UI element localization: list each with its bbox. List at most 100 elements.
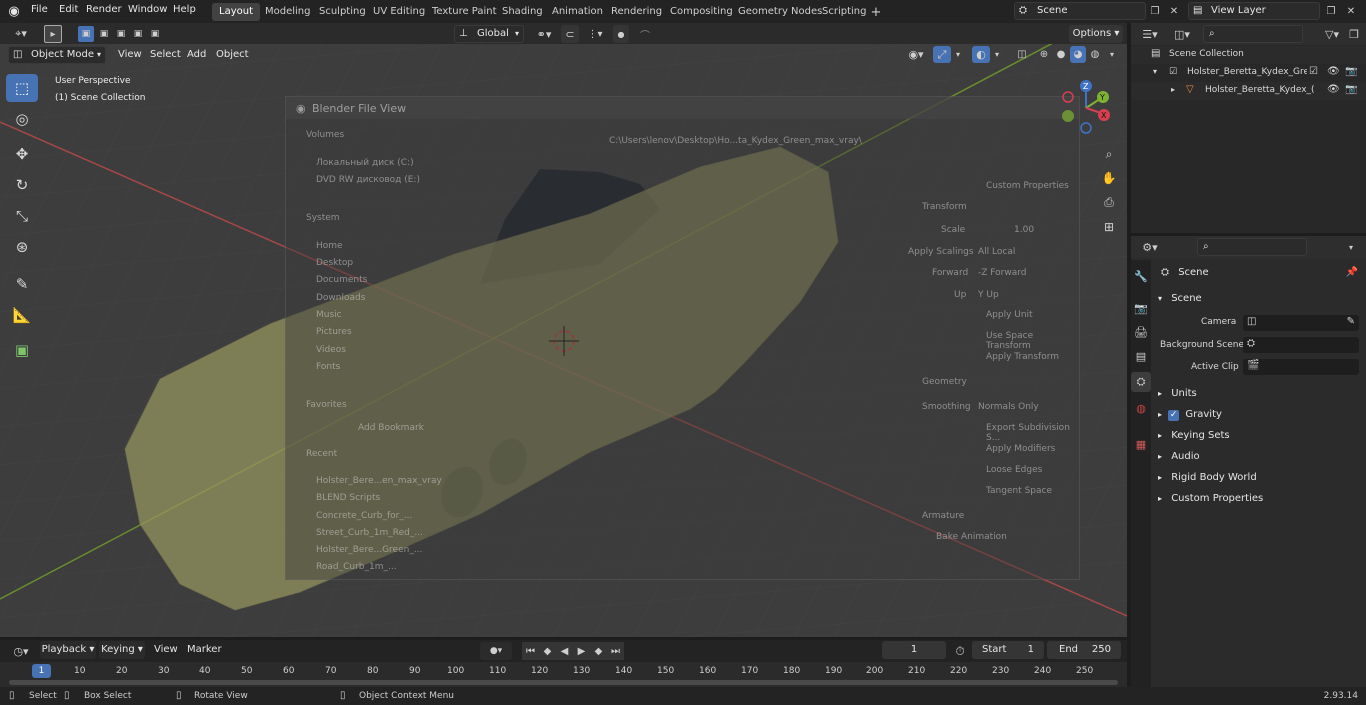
scene-tab-icon[interactable]: ⛭	[1131, 372, 1151, 392]
rotate-tool[interactable]: ↻	[6, 171, 38, 199]
camera-icon[interactable]: 📷	[1345, 66, 1357, 77]
expand-arrow-icon[interactable]: ▸	[1171, 85, 1175, 94]
auto-keying-icon[interactable]: ●▾	[480, 642, 512, 660]
system-header[interactable]: System	[306, 213, 340, 223]
pan-hand-icon[interactable]: ✋	[1099, 168, 1119, 188]
select-subtract-icon[interactable]: ▣	[113, 26, 129, 42]
menu-help[interactable]: Help	[173, 4, 196, 15]
wireframe-shading-icon[interactable]: ⊕	[1036, 46, 1052, 63]
apply-scalings-dropdown[interactable]: All Local	[978, 247, 1015, 257]
texture-tab-icon[interactable]: ▦	[1133, 436, 1149, 452]
forward-dropdown[interactable]: -Z Forward	[978, 268, 1026, 278]
add-cube-tool[interactable]: ▣	[6, 336, 38, 364]
chevron-down-icon[interactable]: ▾	[1342, 238, 1360, 256]
loose-edges-checkbox[interactable]: Loose Edges	[986, 465, 1042, 475]
recent-item[interactable]: Holster_Bere...en_max_vray	[316, 476, 442, 486]
overlays-icon[interactable]: ◐	[972, 46, 990, 63]
preview-range-icon[interactable]: ⏱	[951, 642, 969, 660]
3d-viewport[interactable]: ◉ Blender File View Volumes Локальный ди…	[0, 44, 1127, 637]
pin-icon[interactable]: 📌	[1346, 262, 1358, 283]
outliner-search-input[interactable]: ⌕	[1203, 25, 1303, 43]
gizmo-toggle-icon[interactable]: ⤢	[933, 46, 951, 63]
apply-modifiers-checkbox[interactable]: Apply Modifiers	[986, 444, 1055, 454]
navigation-gizmo[interactable]: Z Y X	[1058, 80, 1116, 138]
jump-end-icon[interactable]: ⏭	[607, 642, 624, 660]
outliner-row[interactable]: ▾ ☑ Holster_Beretta_Kydex_Greer ☑ 👁 📷	[1131, 64, 1366, 82]
menu-file[interactable]: File	[31, 4, 48, 15]
view-layer-selector[interactable]: ▤ View Layer	[1188, 2, 1320, 20]
tab-modeling[interactable]: Modeling	[258, 3, 318, 21]
tab-shading[interactable]: Shading	[495, 3, 550, 21]
camera-field[interactable]: ◫ ✎	[1243, 315, 1359, 331]
camera-icon[interactable]: 📷	[1345, 84, 1357, 95]
visibility-icon[interactable]: ◉▾	[903, 46, 929, 63]
jump-start-icon[interactable]: ⏮	[522, 642, 539, 660]
next-keyframe-icon[interactable]: ◆	[590, 642, 607, 660]
custom-properties-checkbox[interactable]: Custom Properties	[986, 181, 1069, 191]
prev-keyframe-icon[interactable]: ◆	[539, 642, 556, 660]
tab-rendering[interactable]: Rendering	[604, 3, 669, 21]
bake-animation-checkbox[interactable]: Bake Animation	[936, 532, 1007, 542]
tab-uv-editing[interactable]: UV Editing	[366, 3, 432, 21]
properties-editor-icon[interactable]: ⚙▾	[1137, 238, 1163, 256]
system-item[interactable]: Music	[316, 310, 342, 320]
xray-icon[interactable]: ◫	[1014, 46, 1030, 63]
outliner-row[interactable]: ▸ ▽ Holster_Beretta_Kydex_( 👁 📷	[1131, 82, 1366, 100]
snap-icon[interactable]: ⊂	[561, 25, 579, 43]
transform-header[interactable]: Transform	[922, 202, 967, 212]
volume-item[interactable]: DVD RW дисковод (E:)	[316, 175, 420, 185]
file-view-dialog[interactable]: ◉ Blender File View Volumes Локальный ди…	[285, 96, 1080, 580]
render-tab-icon[interactable]: 📷	[1133, 300, 1149, 316]
apply-unit-checkbox[interactable]: Apply Unit	[986, 310, 1033, 320]
new-scene-icon[interactable]: ❐	[1147, 3, 1163, 19]
system-item[interactable]: Home	[316, 241, 343, 251]
properties-search-input[interactable]: ⌕	[1197, 238, 1307, 256]
gravity-checkbox[interactable]: ✓	[1168, 410, 1180, 421]
new-collection-icon[interactable]: ❐	[1346, 25, 1362, 43]
system-item[interactable]: Downloads	[316, 293, 365, 303]
camera-view-icon[interactable]: ⎙	[1099, 192, 1119, 212]
world-tab-icon[interactable]: ◍	[1133, 400, 1149, 416]
collection-checkbox-icon[interactable]: ☑	[1169, 67, 1177, 77]
checkbox-icon[interactable]: ☑	[1309, 66, 1318, 77]
blender-logo-icon[interactable]: ◉	[4, 2, 24, 20]
display-mode-icon[interactable]: ◫▾	[1169, 25, 1195, 43]
rendered-shading-icon[interactable]: ◍	[1087, 46, 1103, 63]
volumes-header[interactable]: Volumes	[306, 130, 344, 140]
background-scene-field[interactable]: ⛭	[1243, 337, 1359, 353]
export-subdivision-checkbox[interactable]: Export Subdivision S...	[986, 423, 1079, 443]
select-extend-icon[interactable]: ▣	[96, 26, 112, 42]
tab-animation[interactable]: Animation	[545, 3, 610, 21]
options-button[interactable]: Options ▾	[1069, 25, 1123, 43]
playback-menu[interactable]: Playback ▾	[40, 641, 96, 659]
expand-arrow-icon[interactable]: ▾	[1153, 67, 1157, 76]
chevron-down-icon[interactable]: ▾	[1105, 46, 1119, 63]
zoom-icon[interactable]: ⌕	[1099, 144, 1119, 164]
select-invert-icon[interactable]: ▣	[130, 26, 146, 42]
armature-header[interactable]: Armature	[922, 511, 964, 521]
eye-icon[interactable]: 👁	[1327, 66, 1340, 77]
tangent-space-checkbox[interactable]: Tangent Space	[986, 486, 1052, 496]
delete-view-layer-icon[interactable]: ✕	[1343, 3, 1359, 19]
chevron-down-icon[interactable]: ▾	[951, 46, 965, 63]
pivot-point-icon[interactable]: ⚭▾	[531, 25, 557, 43]
up-dropdown[interactable]: Y Up	[978, 290, 999, 300]
select-box-tool[interactable]: ⬚	[6, 74, 38, 102]
timeline-menu-marker[interactable]: Marker	[187, 642, 222, 658]
viewport-menu-view[interactable]: View	[118, 47, 142, 63]
start-frame-field[interactable]: Start 1	[972, 641, 1044, 659]
viewport-menu-select[interactable]: Select	[150, 47, 181, 63]
add-bookmark-button[interactable]: Add Bookmark	[358, 423, 424, 433]
audio-subpanel[interactable]: ▸ Audio	[1156, 446, 1364, 467]
measure-tool[interactable]: 📐	[6, 301, 38, 329]
rigid-body-world-subpanel[interactable]: ▸ Rigid Body World	[1156, 467, 1364, 488]
proportional-editing-icon[interactable]: ●	[613, 25, 629, 43]
geometry-header[interactable]: Geometry	[922, 377, 967, 387]
move-tool[interactable]: ✥	[6, 140, 38, 168]
gravity-subpanel[interactable]: ▸ ✓ Gravity	[1156, 404, 1364, 425]
outliner-editor-icon[interactable]: ☰▾	[1137, 25, 1163, 43]
viewport-menu-object[interactable]: Object	[216, 47, 249, 63]
units-subpanel[interactable]: ▸ Units	[1156, 383, 1364, 404]
scene-selector[interactable]: ⛭ Scene	[1014, 2, 1146, 20]
timeline-menu-view[interactable]: View	[154, 642, 178, 658]
